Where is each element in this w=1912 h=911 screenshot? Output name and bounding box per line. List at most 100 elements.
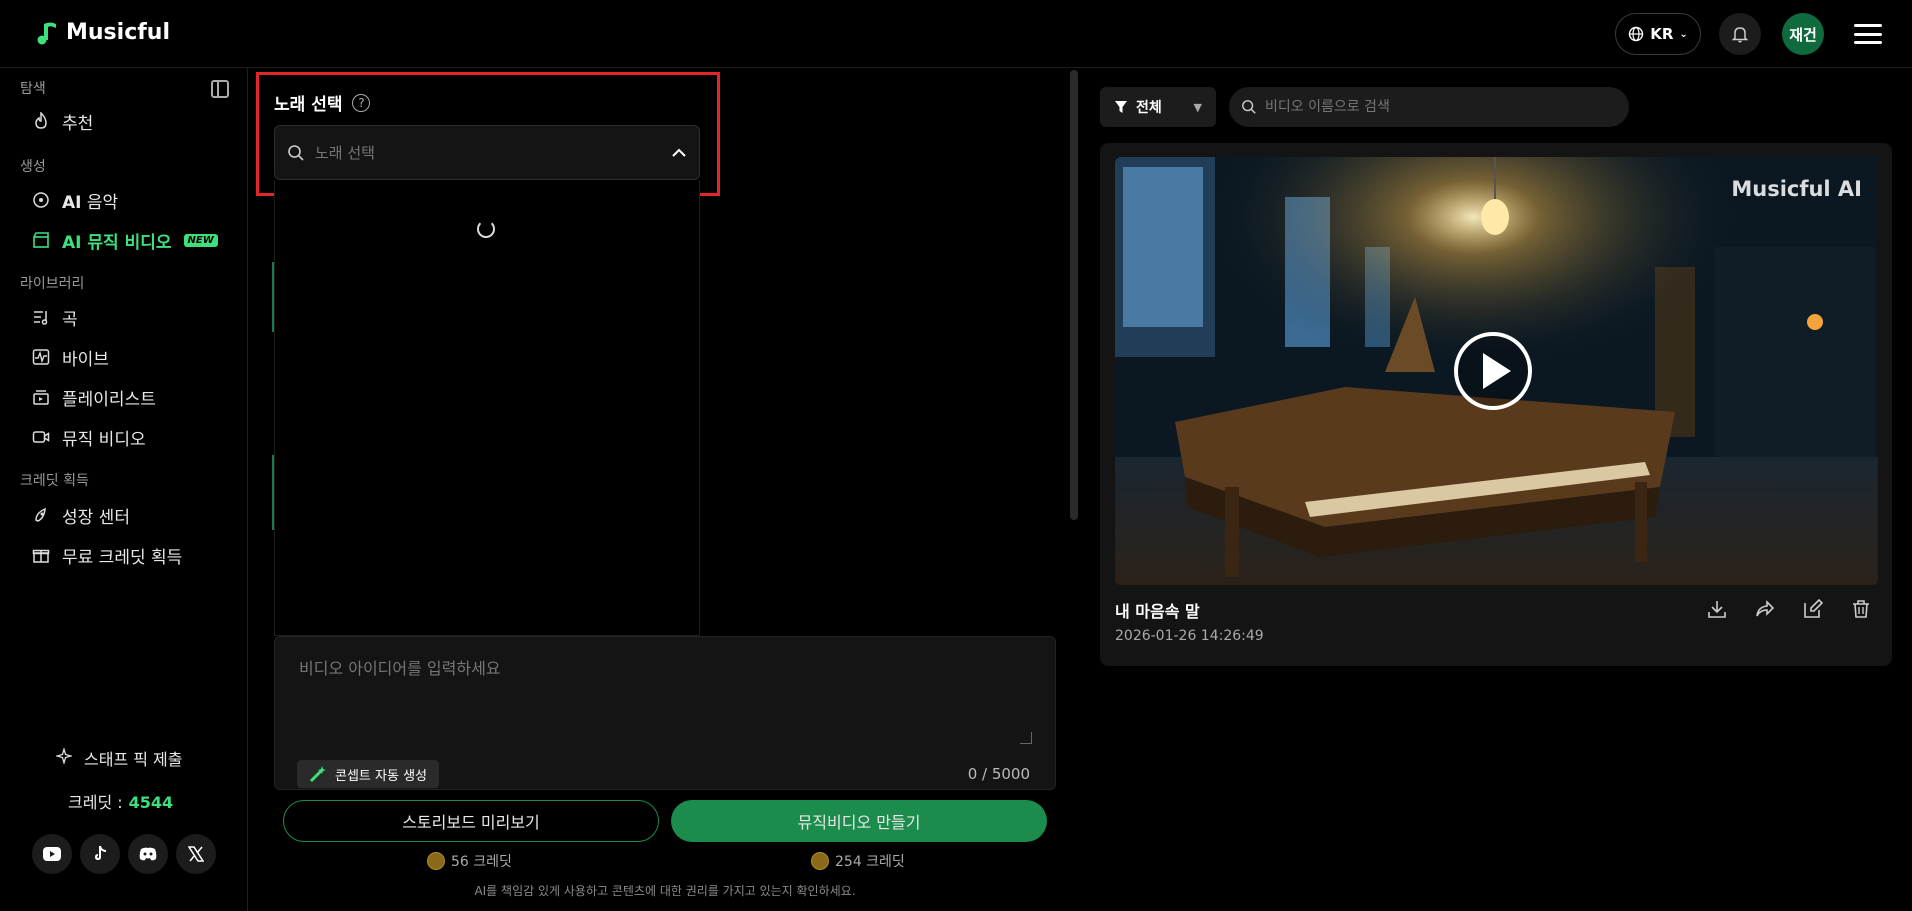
chevron-up-icon[interactable] (671, 148, 687, 158)
rocket-icon (32, 506, 50, 524)
video-idea-input[interactable] (299, 655, 1039, 745)
music-video-cost: 254 크레딧 (811, 851, 905, 871)
ai-disclaimer: AI를 책임감 있게 사용하고 콘텐츠에 대한 권리를 가지고 있는지 확인하세… (474, 884, 856, 898)
flame-icon (32, 112, 50, 130)
sidebar-item-label: 성장 센터 (62, 507, 130, 528)
song-select-heading: 노래 선택 ? (274, 90, 371, 115)
filter-label: 전체 (1136, 100, 1162, 116)
search-icon (1242, 100, 1256, 114)
song-search-input[interactable] (315, 143, 661, 162)
social-links (32, 834, 216, 874)
sidebar-item-growth[interactable]: 성장 센터 (32, 500, 130, 530)
ai-prefix: AI (62, 232, 82, 253)
staff-pick-label: 스태프 픽 제출 (84, 750, 183, 769)
coin-icon (811, 852, 829, 870)
filter-icon (1115, 101, 1127, 113)
video-camera-icon (32, 428, 50, 446)
auto-concept-label: 콘셉트 자동 생성 (335, 768, 427, 784)
create-music-video-button[interactable]: 뮤직비디오 만들기 (671, 800, 1047, 842)
sidebar-item-playlist[interactable]: 플레이리스트 (32, 382, 156, 412)
accent-line (272, 455, 274, 530)
resize-handle[interactable] (1020, 732, 1032, 744)
sidebar-item-label: 바이브 (62, 349, 109, 370)
sidebar-item-label: 음악 (86, 192, 119, 213)
video-thumbnail[interactable]: Musicful AI (1115, 157, 1878, 585)
clapperboard-icon (32, 231, 50, 249)
storyboard-preview-button[interactable]: 스토리보드 미리보기 (283, 800, 659, 842)
notification-button[interactable] (1719, 13, 1761, 55)
ai-prefix: AI (62, 192, 82, 213)
song-dropdown-list[interactable] (274, 180, 700, 636)
sidebar-item-ai-music-video[interactable]: AI 뮤직 비디오 NEW (32, 225, 218, 255)
avatar[interactable]: 재건 (1782, 13, 1824, 55)
help-icon[interactable]: ? (352, 93, 371, 112)
section-earn: 크레딧 획득 (20, 473, 89, 489)
loading-spinner-icon (477, 220, 495, 238)
sidebar-item-label: 추천 (62, 113, 94, 134)
play-button-icon[interactable] (1454, 332, 1532, 410)
disc-icon (32, 191, 50, 209)
chevron-down-icon: ⌄ (1679, 28, 1688, 40)
magic-wand-icon (309, 766, 326, 783)
sidebar-item-label: 뮤직 비디오 (62, 429, 146, 450)
staff-pick-link[interactable]: 스태프 픽 제출 (54, 746, 183, 770)
video-actions (1706, 598, 1872, 620)
sidebar-item-songs[interactable]: 곡 (32, 302, 78, 332)
discord-icon[interactable] (128, 834, 168, 874)
video-search-input[interactable] (1265, 99, 1617, 115)
watermark: Musicful AI (1731, 177, 1862, 201)
trash-icon[interactable] (1850, 598, 1872, 620)
sidebar-item-label: 곡 (62, 309, 78, 330)
share-icon[interactable] (1754, 598, 1776, 620)
song-select-dropdown[interactable] (274, 125, 700, 180)
pulse-icon (32, 348, 50, 366)
brand-logo[interactable]: Musicful (34, 18, 170, 46)
music-note-icon (37, 22, 56, 45)
video-search-box[interactable] (1229, 87, 1629, 127)
brand-name: Musicful (66, 19, 171, 45)
storyboard-cost-label: 56 크레딧 (451, 854, 512, 870)
video-date: 2026-01-26 14:26:49 (1115, 628, 1264, 644)
top-bar: Musicful KR ⌄ 재건 (0, 0, 1912, 68)
globe-icon (1629, 26, 1644, 42)
character-counter: 0 / 5000 (967, 765, 1030, 783)
sidebar-item-label: 뮤직 비디오 (87, 232, 172, 253)
song-list-icon (32, 308, 50, 326)
auto-concept-button[interactable]: 콘셉트 자동 생성 (297, 760, 439, 788)
sidebar-item-label: 플레이리스트 (62, 389, 156, 410)
music-video-cost-label: 254 크레딧 (835, 854, 905, 870)
edit-icon[interactable] (1802, 598, 1824, 620)
sidebar-item-vibes[interactable]: 바이브 (32, 342, 109, 372)
sidebar-item-ai-music[interactable]: AI 음악 (32, 185, 118, 215)
youtube-icon[interactable] (32, 834, 72, 874)
x-icon[interactable] (176, 834, 216, 874)
tiktok-icon[interactable] (80, 834, 120, 874)
collapse-sidebar-icon[interactable] (211, 80, 229, 98)
sidebar-item-free-credits[interactable]: 무료 크레딧 획득 (32, 540, 182, 570)
sidebar-item-music-video[interactable]: 뮤직 비디오 (32, 422, 146, 452)
sidebar-item-recommend[interactable]: 추천 (32, 106, 93, 136)
credits-value: 4544 (128, 793, 174, 812)
sidebar: 탐색 추천 생성 AI 음악 AI 뮤직 비디오 NEW 라이브러리 곡 바이브 (0, 68, 248, 911)
section-create: 생성 (20, 159, 46, 175)
credits-display: 크레딧 : 4544 (68, 789, 173, 813)
video-filter-dropdown[interactable]: 전체 ▼ (1100, 87, 1216, 127)
song-select-title: 노래 선택 (274, 95, 343, 115)
playlist-icon (32, 388, 50, 406)
editor-scrollbar[interactable] (1070, 70, 1078, 520)
language-label: KR (1650, 25, 1674, 43)
gift-icon (32, 546, 50, 564)
sidebar-item-label: 무료 크레딧 획득 (62, 547, 183, 568)
section-explore: 탐색 (20, 81, 46, 97)
chevron-down-icon: ▼ (1193, 100, 1202, 114)
language-selector[interactable]: KR ⌄ (1615, 13, 1701, 55)
coin-icon (427, 852, 445, 870)
new-badge: NEW (183, 233, 218, 247)
download-icon[interactable] (1706, 598, 1728, 620)
hamburger-menu-icon[interactable] (1854, 20, 1882, 48)
bell-icon (1731, 27, 1749, 43)
search-icon (288, 144, 304, 161)
video-title[interactable]: 내 마음속 말 (1115, 598, 1200, 622)
storyboard-cost: 56 크레딧 (427, 851, 512, 871)
section-library: 라이브러리 (20, 276, 85, 292)
